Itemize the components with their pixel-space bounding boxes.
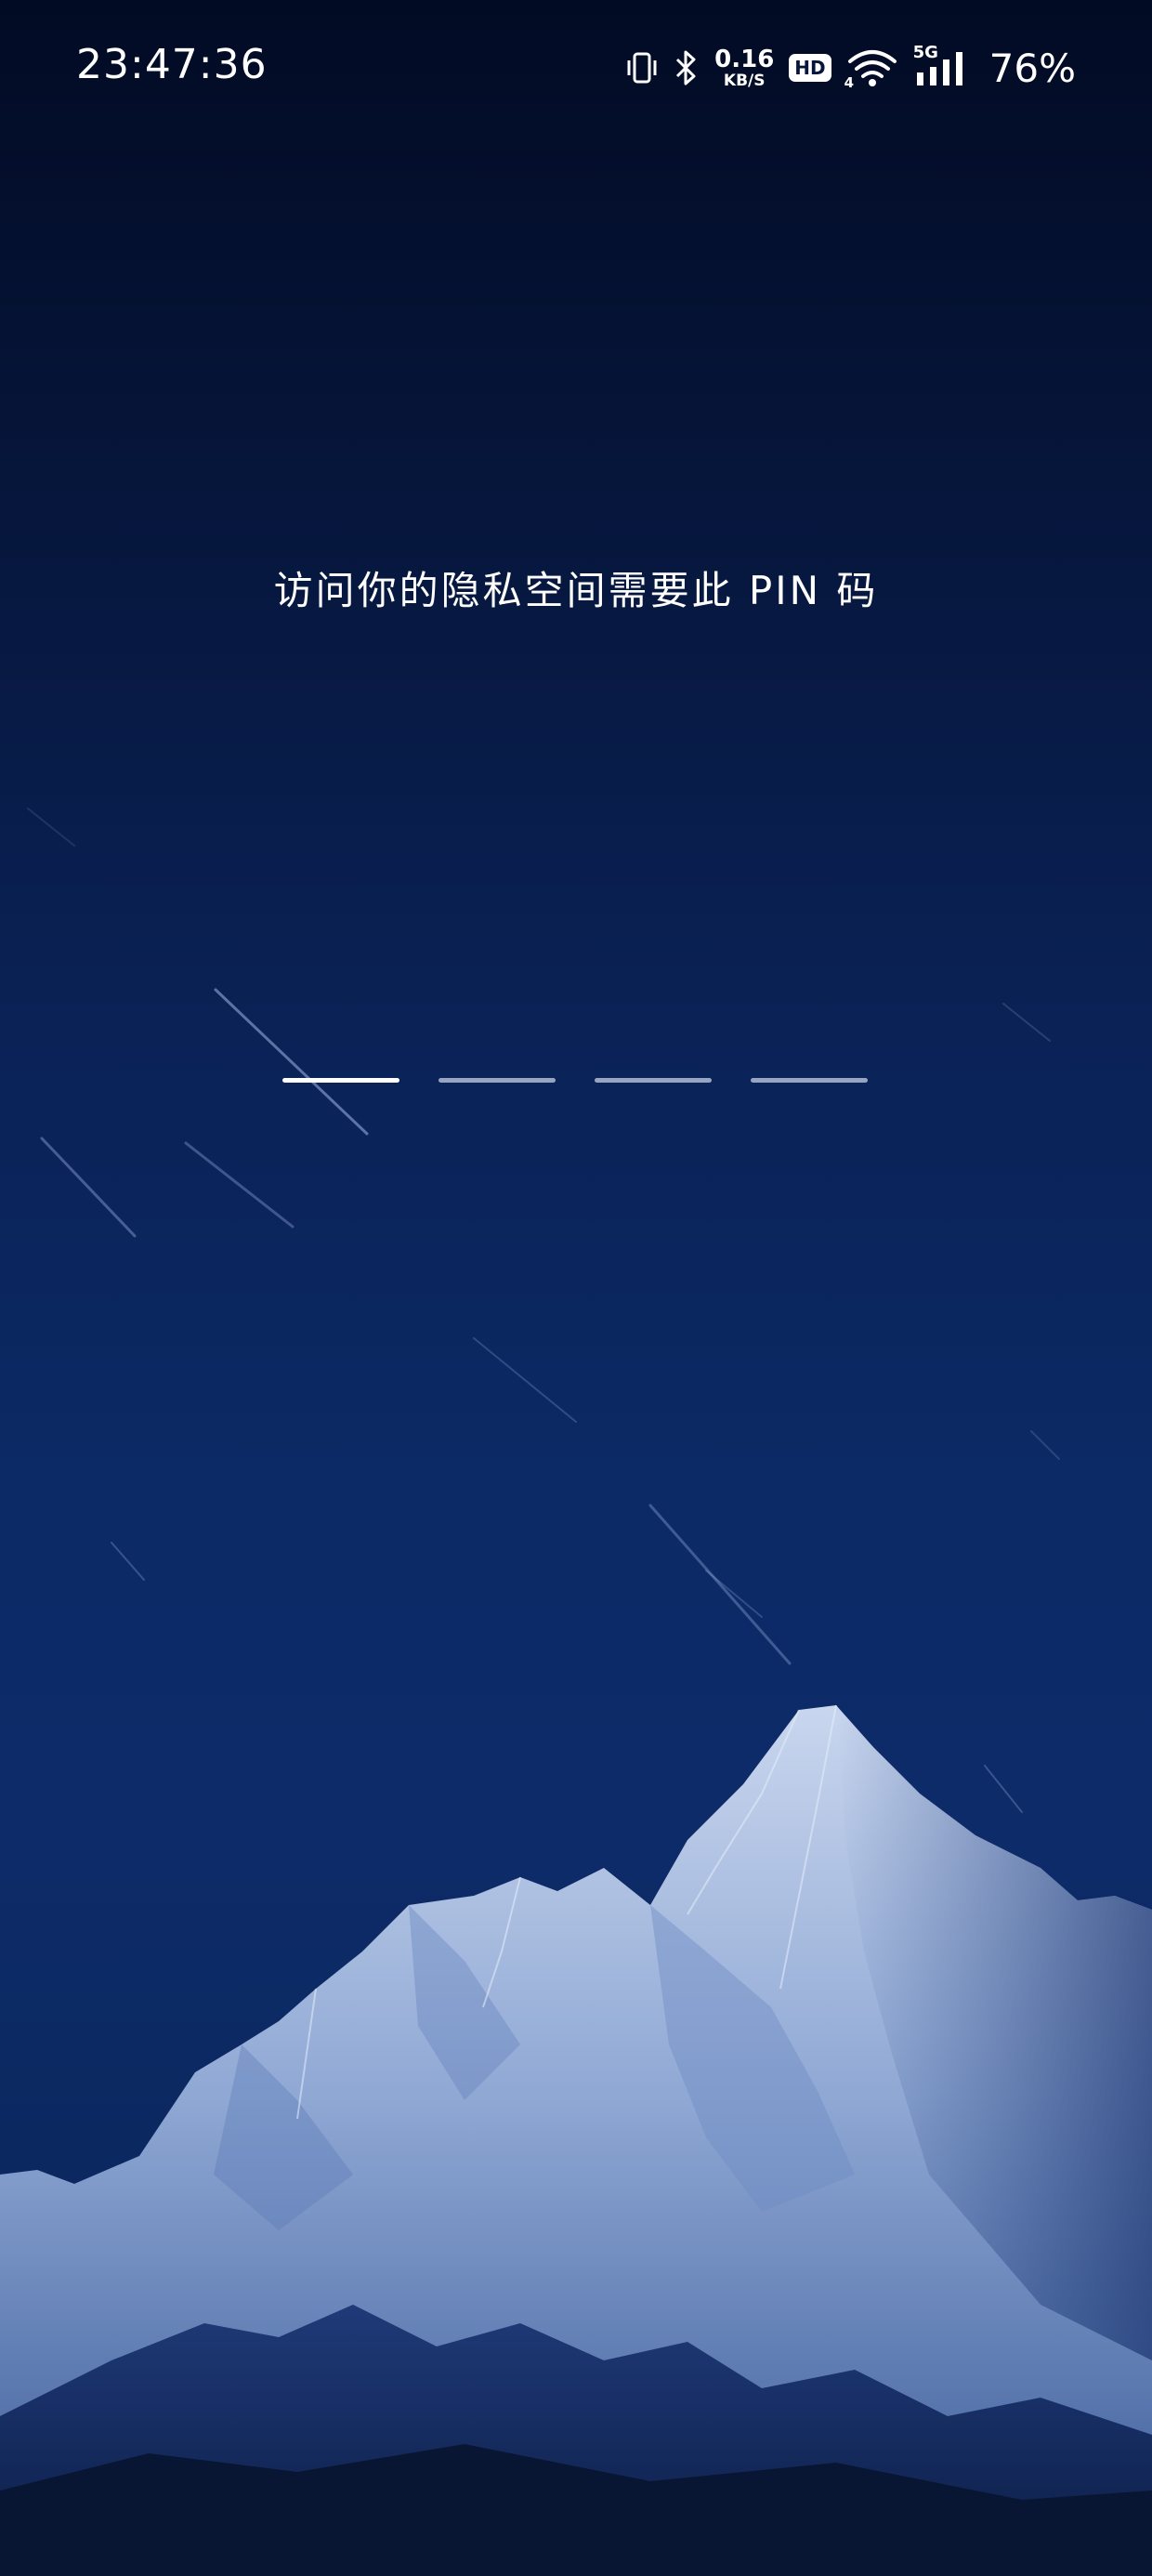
- network-speed: 0.16 KB/S: [714, 47, 774, 89]
- pin-slot-2: [439, 1078, 556, 1083]
- cellular-label: 5G: [912, 43, 938, 62]
- network-speed-unit: KB/S: [723, 71, 766, 90]
- pin-slot-3: [595, 1078, 712, 1083]
- signal-icon: 5G: [913, 43, 967, 87]
- lock-screen: 23:47:36 0.16 KB/S HD 4 5G 76% 访问你的隐私空间需…: [0, 0, 1152, 2576]
- pin-prompt: 访问你的隐私空间需要此 PIN 码: [273, 568, 879, 613]
- bluetooth-icon: [674, 48, 700, 87]
- network-speed-value: 0.16: [714, 45, 775, 73]
- wifi-badge: 4: [844, 74, 855, 91]
- vibrate-icon: [625, 49, 659, 86]
- pin-slot-1: [282, 1078, 399, 1083]
- status-time: 23:47:36: [76, 41, 268, 88]
- status-bar: 23:47:36 0.16 KB/S HD 4 5G 76%: [0, 0, 1152, 139]
- status-icons: 0.16 KB/S HD 4 5G 76%: [625, 41, 1076, 95]
- pin-slot-4: [751, 1078, 868, 1083]
- wifi-icon: 4: [844, 48, 898, 91]
- hd-icon: HD: [789, 54, 831, 82]
- battery-percent: 76%: [988, 45, 1076, 91]
- mountain-wallpaper: [0, 1704, 1152, 2576]
- pin-entry[interactable]: [282, 1078, 870, 1085]
